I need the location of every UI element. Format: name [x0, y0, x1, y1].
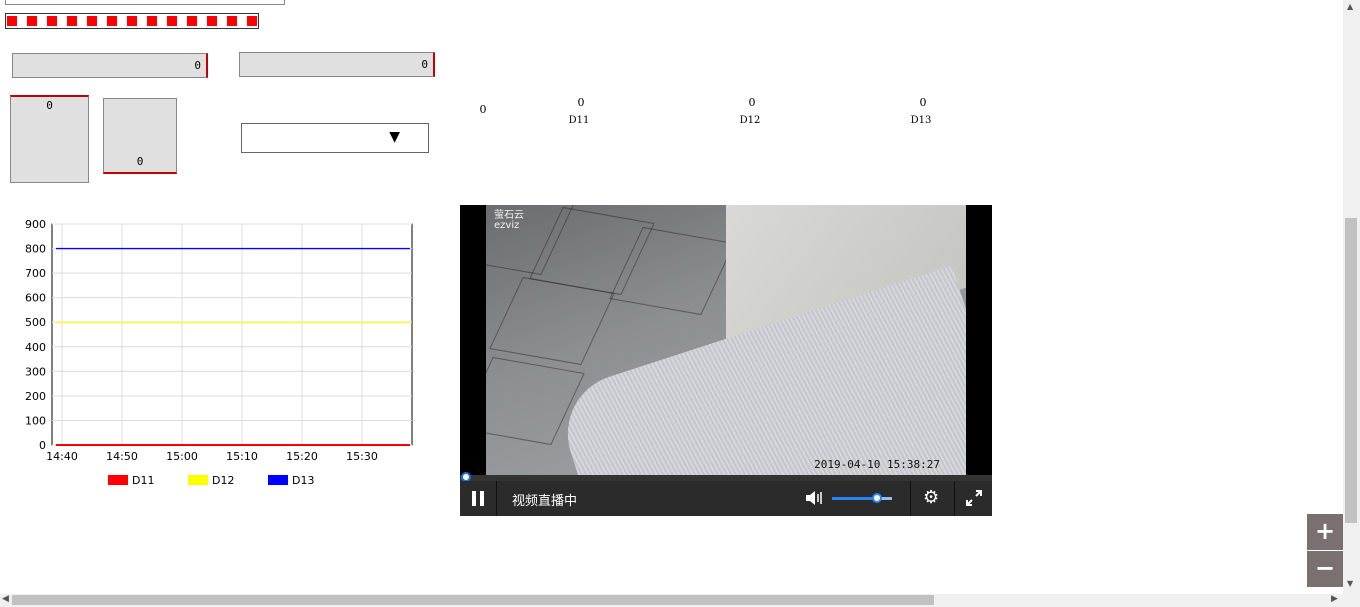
- zoom-in-button[interactable]: +: [1307, 514, 1343, 550]
- ezviz-logo: 萤石云 ezviz: [494, 211, 524, 231]
- value-field-2: 0: [239, 52, 435, 77]
- level-tank-1: 0: [10, 95, 89, 183]
- readout-d13-value: 0: [919, 96, 927, 109]
- zoom-out-icon: −: [1314, 554, 1336, 582]
- y-tick-label: 900: [25, 218, 46, 231]
- video-controls: 视频直播中 ⚙: [460, 481, 992, 516]
- readout-d11-value: 0: [577, 96, 585, 109]
- video-timestamp: 2019-04-10 15:38:27: [814, 458, 940, 471]
- alarm-segment: [87, 16, 97, 26]
- alarm-segment: [187, 16, 197, 26]
- vertical-scrollbar[interactable]: ▲ ▼: [1343, 0, 1360, 594]
- legend-swatch-d13: [268, 475, 288, 485]
- vertical-scroll-thumb[interactable]: [1345, 218, 1357, 523]
- horizontal-scroll-thumb[interactable]: [12, 595, 934, 605]
- x-tick-label: 14:40: [46, 450, 78, 463]
- legend-label-d11: D11: [132, 474, 154, 487]
- zoom-in-icon: +: [1314, 517, 1336, 545]
- readout-d12-value: 0: [748, 96, 756, 109]
- alarm-segment: [167, 16, 177, 26]
- alarm-segment: [47, 16, 57, 26]
- y-tick-label: 0: [39, 439, 46, 452]
- stream-status: 视频直播中: [512, 494, 578, 509]
- readout-d11-label: D11: [568, 115, 590, 126]
- video-player[interactable]: 萤石云 ezviz 2019-04-10 15:38:27 视频直播中 ⚙: [460, 205, 992, 516]
- video-frame: 萤石云 ezviz 2019-04-10 15:38:27: [486, 205, 966, 475]
- x-tick-label: 15:20: [286, 450, 318, 463]
- alarm-segment: [207, 16, 217, 26]
- zoom-out-button[interactable]: −: [1307, 551, 1343, 587]
- gear-icon[interactable]: ⚙: [923, 489, 939, 507]
- x-tick-label: 15:10: [226, 450, 258, 463]
- alarm-indicator-bar: [5, 13, 259, 29]
- x-tick-label: 14:50: [106, 450, 138, 463]
- y-tick-label: 400: [25, 341, 46, 354]
- x-tick-label: 15:30: [346, 450, 378, 463]
- value-field-1: 0: [12, 53, 208, 78]
- readout-d12-label: D12: [739, 115, 761, 126]
- readout-d13-label: D13: [910, 115, 932, 126]
- volume-knob[interactable]: [872, 493, 882, 503]
- scroll-up-icon[interactable]: ▲: [1347, 2, 1353, 11]
- y-tick-label: 600: [25, 292, 46, 305]
- scroll-left-icon[interactable]: ◀: [2, 594, 9, 604]
- y-tick-label: 300: [25, 365, 46, 378]
- legend-label-d13: D13: [292, 474, 314, 487]
- alarm-segment: [27, 16, 37, 26]
- logo-subtext: ezviz: [494, 220, 520, 231]
- alarm-segment: [147, 16, 157, 26]
- volume-icon[interactable]: [805, 490, 823, 506]
- trend-chart: 0 100 200 300 400 500 600 700 800 900 14:40 14:50 15…: [25, 218, 413, 487]
- pause-icon[interactable]: [472, 491, 484, 506]
- y-tick-label: 100: [25, 414, 46, 427]
- dropdown-arrow-icon: ▼: [389, 129, 400, 145]
- level-tank-2: 0: [103, 98, 177, 174]
- device-select[interactable]: ▼: [241, 123, 429, 153]
- legend-swatch-d12: [188, 475, 208, 485]
- legend-label-d12: D12: [212, 474, 234, 487]
- tank-2-value: 0: [136, 155, 144, 168]
- alarm-segment: [107, 16, 117, 26]
- top-panel-edge: [5, 0, 285, 5]
- x-tick-label: 15:00: [166, 450, 198, 463]
- scrollbar-corner: [1343, 594, 1360, 607]
- y-tick-label: 700: [25, 267, 46, 280]
- y-tick-label: 800: [25, 243, 46, 256]
- alarm-segment: [67, 16, 77, 26]
- scroll-right-icon[interactable]: ▶: [1331, 594, 1338, 604]
- alarm-segment: [127, 16, 137, 26]
- fullscreen-icon[interactable]: [966, 490, 982, 506]
- horizontal-scrollbar[interactable]: ◀ ▶: [0, 594, 1343, 607]
- tank-1-value: 0: [46, 99, 53, 112]
- alarm-segment: [247, 16, 257, 26]
- plot-area: [51, 223, 413, 446]
- y-tick-label: 500: [25, 316, 46, 329]
- y-tick-label: 200: [25, 390, 46, 403]
- alarm-segment: [227, 16, 237, 26]
- volume-slider[interactable]: [832, 493, 892, 503]
- alarm-segment: [7, 16, 17, 26]
- standalone-readout: 0: [479, 103, 487, 116]
- legend-swatch-d11: [108, 475, 128, 485]
- scroll-down-icon[interactable]: ▼: [1347, 579, 1353, 588]
